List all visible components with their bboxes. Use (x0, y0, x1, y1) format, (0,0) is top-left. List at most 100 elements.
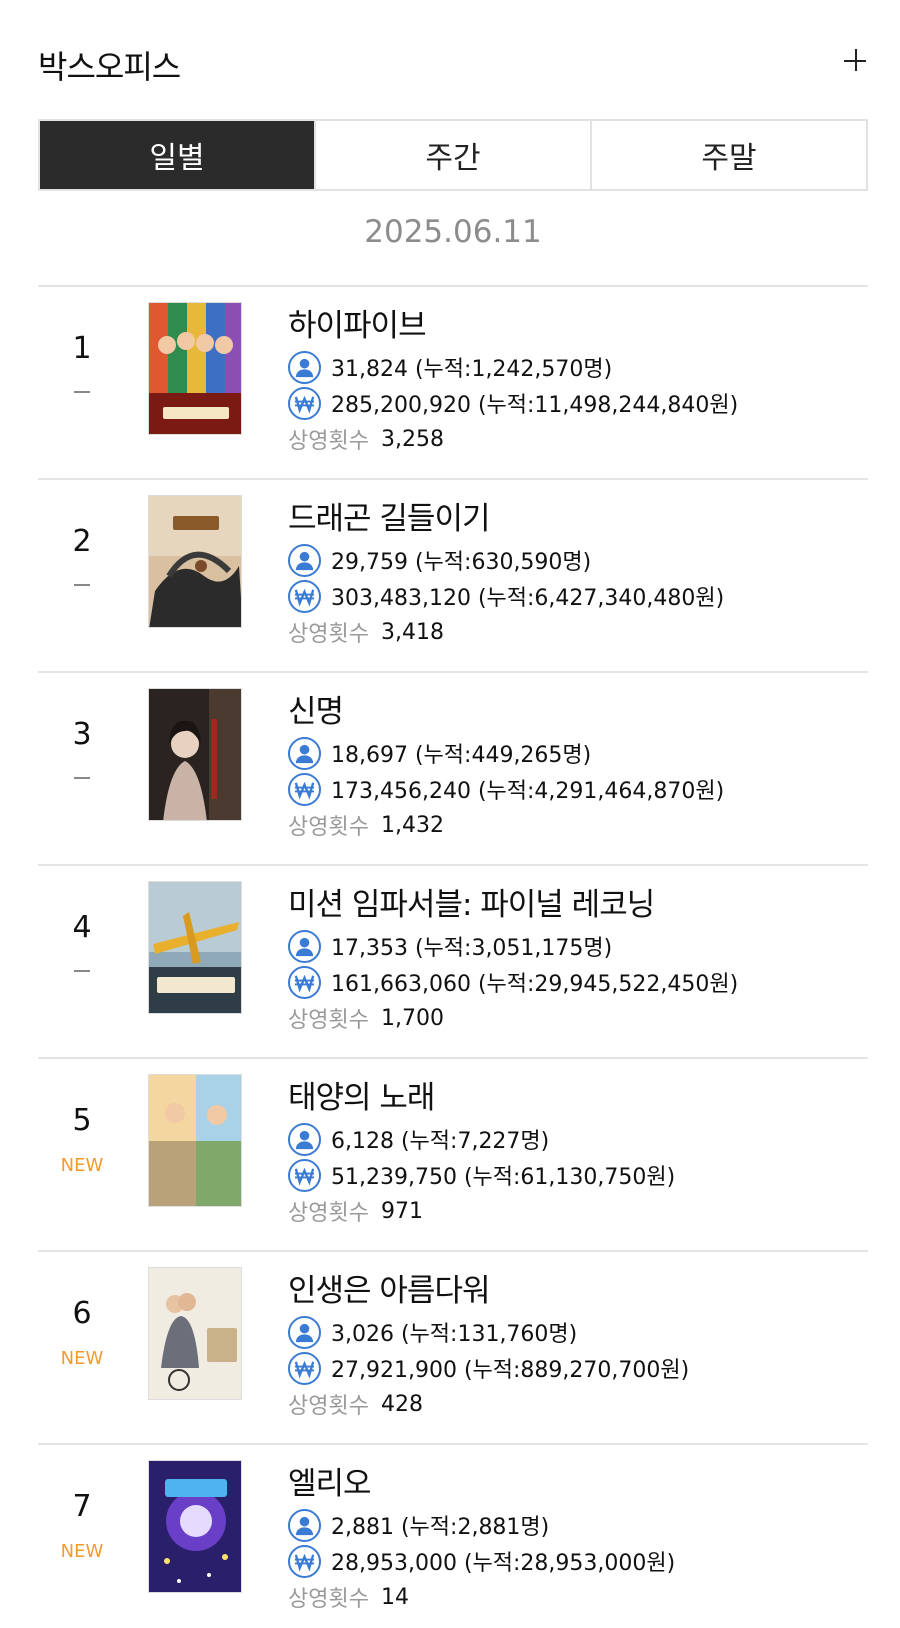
rank-unchanged-icon (74, 777, 90, 779)
movie-title[interactable]: 엘리오 (288, 1463, 675, 1507)
movie-info: 신명 18,697 (누적:449,265명) 173,456,240 (누적:… (288, 691, 724, 843)
plus-icon[interactable] (838, 46, 868, 76)
rank-unchanged-icon (74, 970, 90, 972)
audience-text: 18,697 (누적:449,265명) (331, 743, 592, 768)
audience-stat: 17,353 (누적:3,051,175명) (288, 928, 738, 964)
screenings-value: 14 (380, 1584, 409, 1610)
person-icon (288, 543, 321, 577)
tab-weekend[interactable]: 주말 (590, 121, 866, 189)
screenings-stat: 상영횟수 428 (288, 1386, 689, 1422)
header: 박스오피스 (38, 36, 868, 86)
won-icon (288, 772, 321, 806)
rank-number: 4 (72, 910, 92, 945)
person-icon (288, 929, 321, 963)
box-office-date: 2025.06.11 (364, 214, 542, 250)
movie-info: 태양의 노래 6,128 (누적:7,227명) 51,239,750 (누적:… (288, 1077, 675, 1229)
sales-text: 51,239,750 (누적:61,130,750원) (331, 1165, 676, 1190)
screenings-label: 상영횟수 (288, 815, 369, 840)
screenings-value: 1,432 (380, 812, 444, 838)
sales-stat: 285,200,920 (누적:11,498,244,840원) (288, 385, 738, 421)
new-badge: NEW (60, 1155, 104, 1176)
movie-poster[interactable] (148, 495, 242, 628)
screenings-stat: 상영횟수 971 (288, 1193, 675, 1229)
list-item[interactable]: 6 NEW 인생은 아름다워 3,026 (누적:131,760명) 27,92… (38, 1250, 868, 1443)
screenings-stat: 상영횟수 14 (288, 1579, 675, 1615)
screenings-label: 상영횟수 (288, 1201, 369, 1226)
movie-title[interactable]: 신명 (288, 691, 724, 735)
screenings-label: 상영횟수 (288, 429, 369, 454)
audience-text: 17,353 (누적:3,051,175명) (331, 936, 613, 961)
sales-text: 27,921,900 (누적:889,270,700원) (331, 1358, 690, 1383)
tab-weekly[interactable]: 주간 (314, 121, 590, 189)
screenings-value: 3,418 (380, 619, 444, 645)
new-badge: NEW (60, 1541, 104, 1562)
person-icon (288, 350, 321, 384)
movie-poster[interactable] (148, 302, 242, 435)
sales-stat: 28,953,000 (누적:28,953,000원) (288, 1543, 675, 1579)
screenings-label: 상영횟수 (288, 622, 369, 647)
new-badge: NEW (60, 1348, 104, 1369)
screenings-label: 상영횟수 (288, 1587, 369, 1612)
movie-poster[interactable] (148, 688, 242, 821)
screenings-stat: 상영횟수 3,258 (288, 421, 738, 457)
rank-number: 3 (72, 717, 92, 752)
person-icon (288, 736, 321, 770)
movie-info: 드래곤 길들이기 29,759 (누적:630,590명) 303,483,12… (288, 498, 724, 650)
movie-list: 1 하이파이브 31,824 (누적:1,242,570명) 285,200,9… (38, 285, 868, 1628)
list-item[interactable]: 5 NEW 태양의 노래 6,128 (누적:7,227명) 51,239,75… (38, 1057, 868, 1250)
movie-info: 미션 임파서블: 파이널 레코닝 17,353 (누적:3,051,175명) … (288, 884, 738, 1036)
movie-info: 엘리오 2,881 (누적:2,881명) 28,953,000 (누적:28,… (288, 1463, 675, 1615)
rank-unchanged-icon (74, 391, 90, 393)
tab-daily[interactable]: 일별 (40, 121, 314, 189)
movie-poster[interactable] (148, 881, 242, 1014)
audience-stat: 6,128 (누적:7,227명) (288, 1121, 675, 1157)
won-icon (288, 579, 321, 613)
won-icon (288, 386, 321, 420)
rank-number: 5 (72, 1103, 92, 1138)
rank-number: 7 (72, 1489, 92, 1524)
sales-text: 303,483,120 (누적:6,427,340,480원) (331, 586, 725, 611)
movie-poster[interactable] (148, 1074, 242, 1207)
audience-stat: 31,824 (누적:1,242,570명) (288, 349, 738, 385)
movie-poster[interactable] (148, 1267, 242, 1400)
won-icon (288, 965, 321, 999)
list-item[interactable]: 4 미션 임파서블: 파이널 레코닝 17,353 (누적:3,051,175명… (38, 864, 868, 1057)
sales-stat: 173,456,240 (누적:4,291,464,870원) (288, 771, 724, 807)
screenings-label: 상영횟수 (288, 1008, 369, 1033)
person-icon (288, 1122, 321, 1156)
movie-poster[interactable] (148, 1460, 242, 1593)
movie-title[interactable]: 드래곤 길들이기 (288, 498, 724, 542)
screenings-value: 971 (380, 1198, 423, 1224)
sales-stat: 303,483,120 (누적:6,427,340,480원) (288, 578, 724, 614)
list-item[interactable]: 3 신명 18,697 (누적:449,265명) 173,456,240 (누… (38, 671, 868, 864)
movie-info: 하이파이브 31,824 (누적:1,242,570명) 285,200,920… (288, 305, 738, 457)
period-tabs: 일별 주간 주말 (38, 119, 868, 191)
audience-text: 3,026 (누적:131,760명) (331, 1322, 578, 1347)
movie-info: 인생은 아름다워 3,026 (누적:131,760명) 27,921,900 … (288, 1270, 689, 1422)
sales-text: 285,200,920 (누적:11,498,244,840원) (331, 393, 739, 418)
person-icon (288, 1315, 321, 1349)
screenings-stat: 상영횟수 1,700 (288, 1000, 738, 1036)
movie-title[interactable]: 태양의 노래 (288, 1077, 675, 1121)
screenings-value: 3,258 (380, 426, 444, 452)
screenings-stat: 상영횟수 1,432 (288, 807, 724, 843)
audience-stat: 3,026 (누적:131,760명) (288, 1314, 689, 1350)
movie-title[interactable]: 미션 임파서블: 파이널 레코닝 (288, 884, 738, 928)
won-icon (288, 1544, 321, 1578)
list-item[interactable]: 2 드래곤 길들이기 29,759 (누적:630,590명) 303,483,… (38, 478, 868, 671)
movie-title[interactable]: 하이파이브 (288, 305, 738, 349)
movie-title[interactable]: 인생은 아름다워 (288, 1270, 689, 1314)
screenings-label: 상영횟수 (288, 1394, 369, 1419)
screenings-value: 428 (380, 1391, 423, 1417)
sales-text: 173,456,240 (누적:4,291,464,870원) (331, 779, 725, 804)
screenings-stat: 상영횟수 3,418 (288, 614, 724, 650)
list-item[interactable]: 7 NEW 엘리오 2,881 (누적:2,881명) 28,953,000 (… (38, 1443, 868, 1628)
page-title: 박스오피스 (38, 48, 181, 86)
won-icon (288, 1158, 321, 1192)
rank-number: 6 (72, 1296, 92, 1331)
audience-stat: 18,697 (누적:449,265명) (288, 735, 724, 771)
audience-stat: 29,759 (누적:630,590명) (288, 542, 724, 578)
audience-text: 2,881 (누적:2,881명) (331, 1515, 550, 1540)
list-item[interactable]: 1 하이파이브 31,824 (누적:1,242,570명) 285,200,9… (38, 285, 868, 478)
rank-number: 1 (72, 331, 92, 366)
